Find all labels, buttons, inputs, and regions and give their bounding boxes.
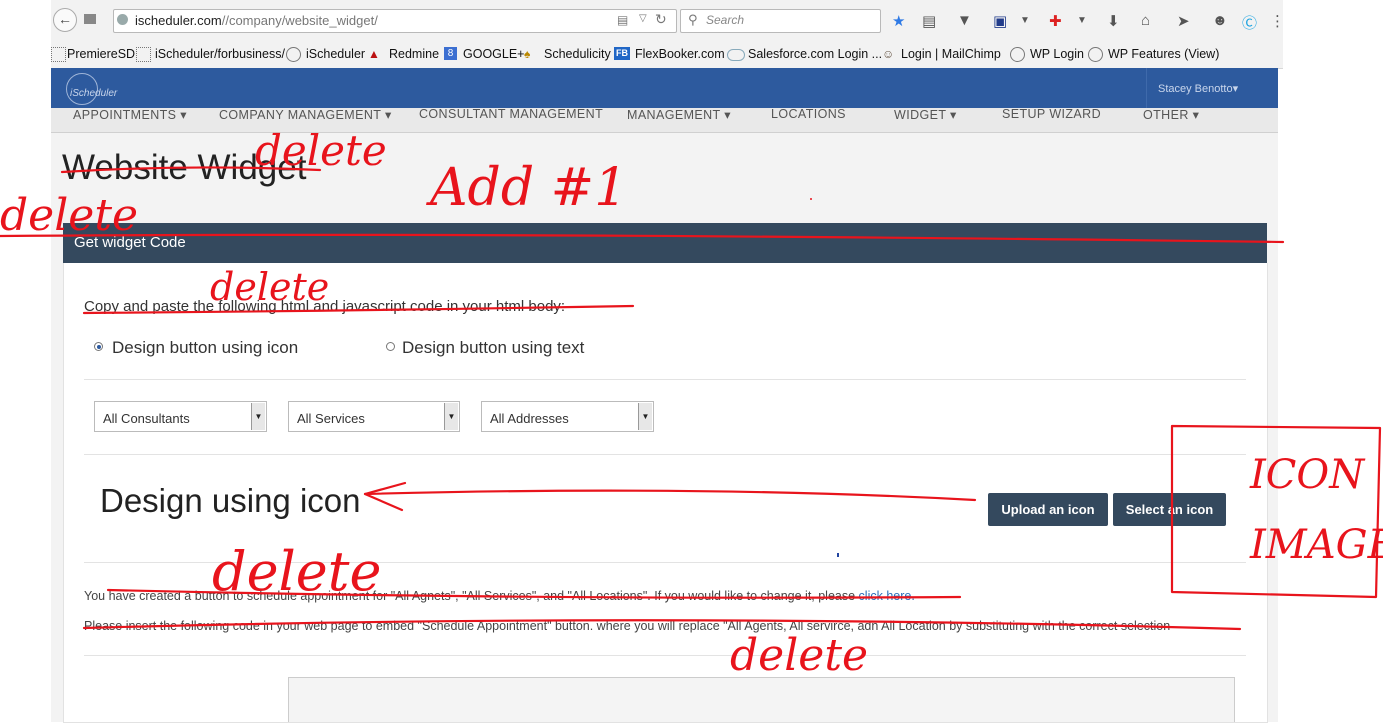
add-label: Add #1 <box>426 158 627 218</box>
ink-speck <box>810 198 812 200</box>
icon-annotation: ICON <box>1249 452 1366 498</box>
image-annotation: IMAGE <box>1249 522 1383 568</box>
arrow-head <box>363 481 407 512</box>
delete-label-instructions: delete <box>210 265 329 309</box>
delete-label-panel: delete <box>0 190 138 241</box>
strike-panel-title <box>0 233 1285 244</box>
annotation-layer: delete Add #1 delete delete delete delet… <box>0 126 1383 681</box>
delete-label-insert: delete <box>730 630 868 681</box>
delete-label-title: delete <box>255 126 387 175</box>
delete-label-notice: delete <box>212 540 381 603</box>
arrow-line <box>363 489 977 502</box>
strike-insert <box>82 619 1242 631</box>
strike-instructions <box>82 304 635 315</box>
